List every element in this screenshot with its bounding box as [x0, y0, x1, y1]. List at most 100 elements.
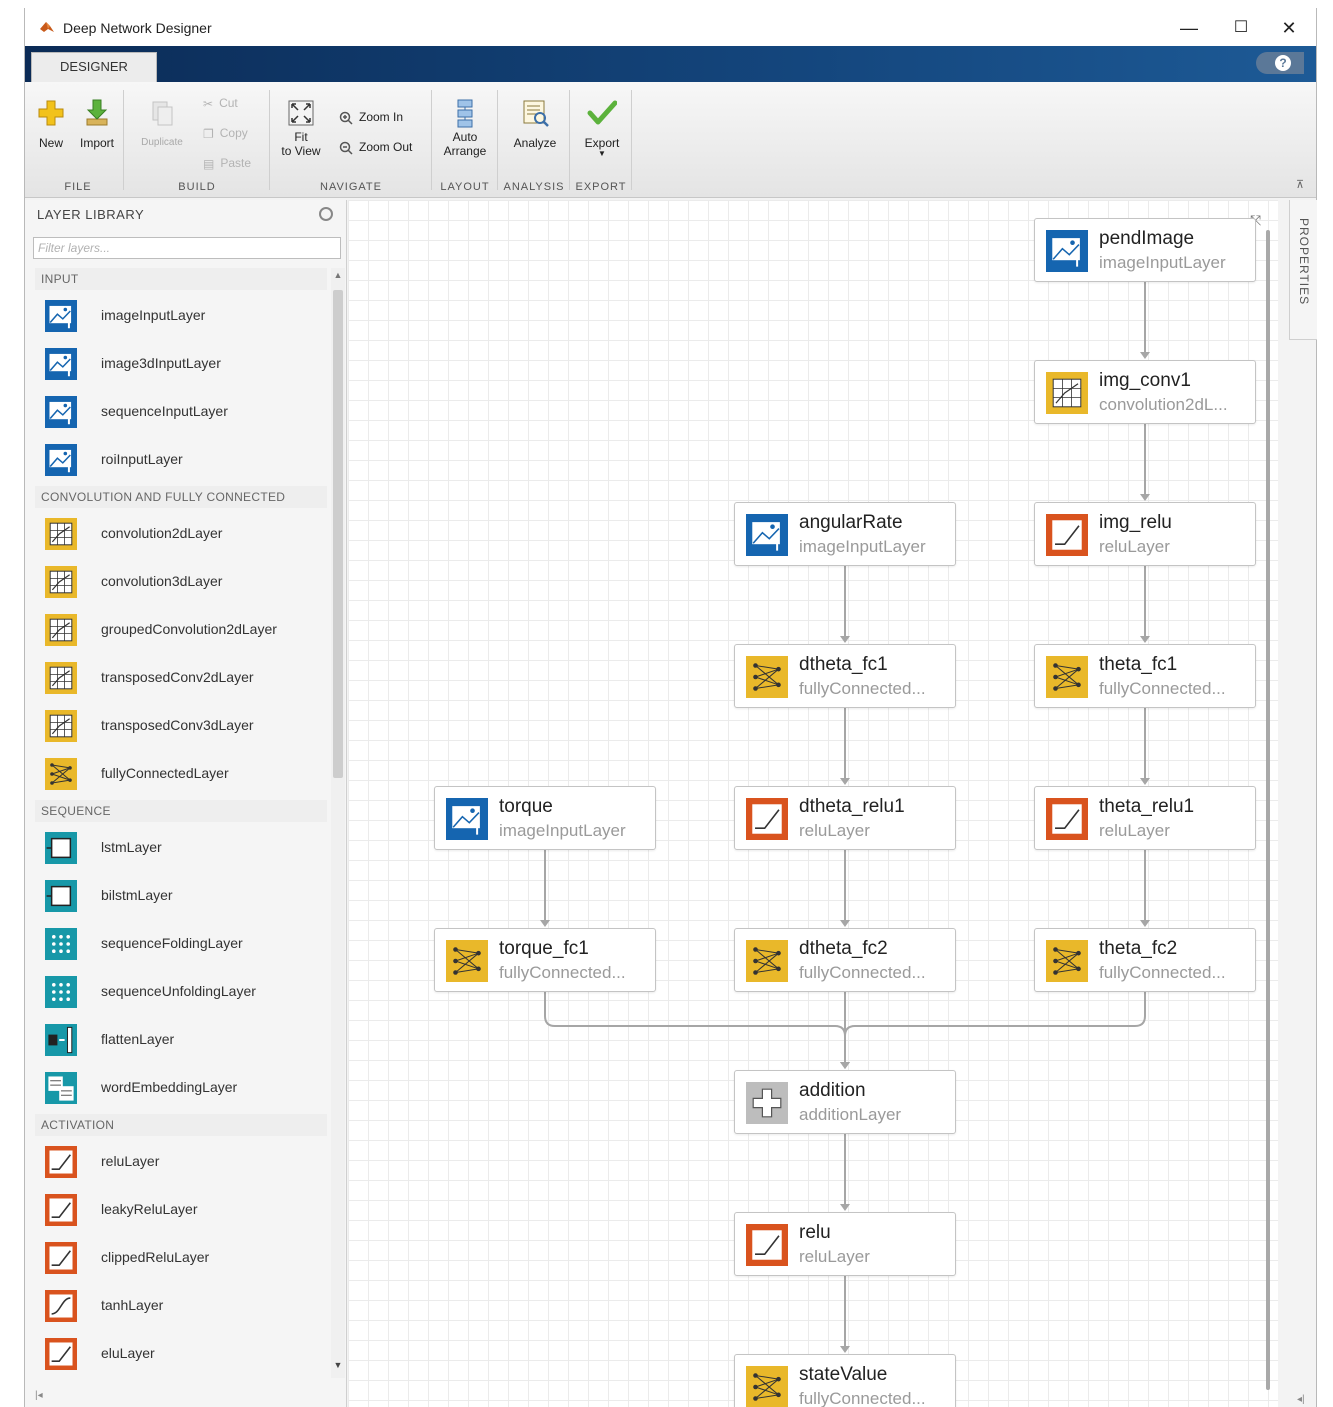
layer-node-type: fullyConnected... — [499, 963, 626, 982]
library-item-reluLayer[interactable]: reluLayer — [39, 1140, 325, 1184]
layer-node-name: torque — [499, 796, 553, 817]
relu-icon — [43, 1144, 81, 1180]
fc-layer-icon — [744, 654, 790, 700]
library-item-tanhLayer[interactable]: tanhLayer — [39, 1284, 325, 1328]
matlab-logo-icon — [40, 22, 54, 32]
library-scrollbar[interactable]: ▲ ▼ — [331, 268, 345, 1378]
addition-layer-icon — [744, 1080, 790, 1126]
layer-node-theta_relu1[interactable]: theta_relu1 reluLayer — [1034, 786, 1256, 850]
connection-line[interactable] — [844, 992, 1146, 1066]
library-item-label: flattenLayer — [101, 1031, 175, 1047]
layer-node-addition[interactable]: addition additionLayer — [734, 1070, 956, 1134]
help-button[interactable]: ? — [1256, 52, 1304, 74]
scrollbar-thumb[interactable] — [333, 290, 343, 778]
zoom-out-button[interactable]: Zoom Out — [339, 140, 412, 155]
export-button[interactable]: Export ▼ — [577, 98, 627, 158]
library-item-convolution2dLayer[interactable]: convolution2dLayer — [39, 512, 325, 556]
convolution-icon — [43, 708, 81, 744]
library-item-sequenceUnfoldingLayer[interactable]: sequenceUnfoldingLayer — [39, 970, 325, 1014]
library-item-transposedConv3dLayer[interactable]: transposedConv3dLayer — [39, 704, 325, 748]
layer-node-dtheta_fc1[interactable]: dtheta_fc1 fullyConnected... — [734, 644, 956, 708]
layer-node-img_relu[interactable]: img_relu reluLayer — [1034, 502, 1256, 566]
canvas-scrollbar[interactable] — [1266, 230, 1270, 1390]
layer-node-theta_fc2[interactable]: theta_fc2 fullyConnected... — [1034, 928, 1256, 992]
layer-node-torque[interactable]: torque imageInputLayer — [434, 786, 656, 850]
library-item-convolution3dLayer[interactable]: convolution3dLayer — [39, 560, 325, 604]
copy-button[interactable]: ❐ Copy — [203, 126, 248, 141]
analyze-button[interactable]: Analyze — [507, 98, 563, 150]
layer-node-img_conv1[interactable]: img_conv1 convolution2dL... — [1034, 360, 1256, 424]
input-layer-icon — [1044, 228, 1090, 274]
library-item-clippedReluLayer[interactable]: clippedReluLayer — [39, 1236, 325, 1280]
scissors-icon: ✂ — [203, 96, 214, 111]
collapse-left-icon[interactable]: |◂ — [35, 1390, 43, 1401]
library-category-header: ACTIVATION — [35, 1114, 327, 1136]
connection-arrow — [840, 1204, 850, 1211]
properties-tab[interactable]: PROPERTIES — [1289, 200, 1317, 340]
library-item-transposedConv2dLayer[interactable]: transposedConv2dLayer — [39, 656, 325, 700]
zoom-in-button[interactable]: Zoom In — [339, 110, 403, 125]
maximize-button[interactable]: ☐ — [1218, 14, 1264, 42]
scroll-down-icon[interactable]: ▼ — [331, 1360, 345, 1372]
library-item-label: transposedConv3dLayer — [101, 717, 254, 733]
properties-label: PROPERTIES — [1297, 218, 1311, 306]
duplicate-button[interactable]: Duplicate — [129, 98, 195, 150]
layer-node-theta_fc1[interactable]: theta_fc1 fullyConnected... — [1034, 644, 1256, 708]
library-item-flattenLayer[interactable]: flattenLayer — [39, 1018, 325, 1062]
auto-arrange-button[interactable]: Auto Arrange — [437, 98, 493, 158]
gear-icon[interactable] — [319, 207, 333, 221]
layer-node-type: reluLayer — [799, 821, 870, 840]
relu-icon — [43, 1336, 81, 1372]
close-button[interactable]: ✕ — [1266, 14, 1312, 42]
fit-to-view-button[interactable]: Fit to View — [275, 98, 327, 158]
word-embedding-icon — [43, 1070, 81, 1106]
scroll-up-icon[interactable]: ▲ — [331, 270, 345, 282]
connection-arrow — [540, 920, 550, 927]
connection-line[interactable] — [544, 992, 846, 1066]
lstm-icon — [43, 830, 81, 866]
tab-designer[interactable]: DESIGNER — [31, 52, 157, 82]
library-item-imageInputLayer[interactable]: imageInputLayer — [39, 294, 325, 338]
minimize-button[interactable]: — — [1166, 14, 1212, 42]
layer-node-type: additionLayer — [799, 1105, 902, 1124]
layer-node-stateValue[interactable]: stateValue fullyConnected... — [734, 1354, 956, 1407]
layer-node-angularRate[interactable]: angularRate imageInputLayer — [734, 502, 956, 566]
library-item-fullyConnectedLayer[interactable]: fullyConnectedLayer — [39, 752, 325, 796]
library-item-sequenceFoldingLayer[interactable]: sequenceFoldingLayer — [39, 922, 325, 966]
layer-node-dtheta_relu1[interactable]: dtheta_relu1 reluLayer — [734, 786, 956, 850]
paste-button[interactable]: ▤ Paste — [203, 156, 251, 171]
zoom-in-icon — [339, 111, 353, 125]
new-button[interactable]: New — [33, 98, 69, 150]
relu-icon — [43, 1240, 81, 1276]
library-item-label: imageInputLayer — [101, 307, 206, 323]
library-item-image3dInputLayer[interactable]: image3dInputLayer — [39, 342, 325, 386]
collapse-toolstrip-icon[interactable]: ⊼ — [1296, 178, 1308, 192]
network-canvas[interactable]: ⤧ pendImageimageInputLayer img_conv1conv… — [348, 200, 1278, 1407]
collapse-right-icon[interactable]: ◂| — [1297, 1394, 1305, 1405]
layer-node-relu[interactable]: relu reluLayer — [734, 1212, 956, 1276]
library-item-sequenceInputLayer[interactable]: sequenceInputLayer — [39, 390, 325, 434]
library-item-roiInputLayer[interactable]: roiInputLayer — [39, 438, 325, 482]
connection-arrow — [1140, 352, 1150, 359]
library-item-leakyReluLayer[interactable]: leakyReluLayer — [39, 1188, 325, 1232]
library-item-bilstmLayer[interactable]: bilstmLayer — [39, 874, 325, 918]
layer-node-type: fullyConnected... — [799, 1389, 926, 1407]
library-item-groupedConvolution2dLayer[interactable]: groupedConvolution2dLayer — [39, 608, 325, 652]
library-category-header: SEQUENCE — [35, 800, 327, 822]
layer-node-pendImage[interactable]: pendImage imageInputLayer — [1034, 218, 1256, 282]
library-item-label: wordEmbeddingLayer — [101, 1079, 238, 1095]
filter-layers-input[interactable] — [33, 237, 341, 259]
library-item-wordEmbeddingLayer[interactable]: wordEmbeddingLayer — [39, 1066, 325, 1110]
library-item-eluLayer[interactable]: eluLayer — [39, 1332, 325, 1376]
layer-node-dtheta_fc2[interactable]: dtheta_fc2 fullyConnected... — [734, 928, 956, 992]
fit-to-view-icon — [288, 100, 314, 126]
import-button[interactable]: Import — [75, 98, 119, 150]
layer-node-name: stateValue — [799, 1364, 888, 1385]
layer-node-name: pendImage — [1099, 228, 1195, 249]
conv-layer-icon — [1044, 370, 1090, 416]
cut-button[interactable]: ✂ Cut — [203, 96, 238, 111]
library-item-label: roiInputLayer — [101, 451, 183, 467]
library-item-lstmLayer[interactable]: lstmLayer — [39, 826, 325, 870]
layer-node-torque_fc1[interactable]: torque_fc1 fullyConnected... — [434, 928, 656, 992]
input-layer-icon — [444, 796, 490, 842]
